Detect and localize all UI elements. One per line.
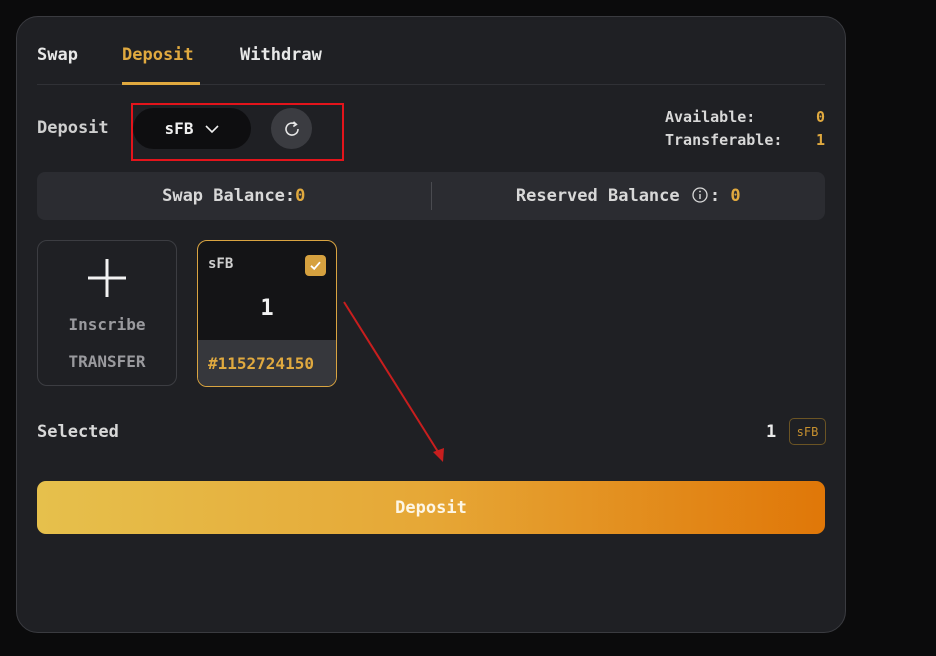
inscription-checkbox[interactable] <box>305 255 326 276</box>
reserved-balance-value: 0 <box>730 186 741 206</box>
tab-bar: Swap Deposit Withdraw <box>37 45 825 85</box>
swap-balance: Swap Balance:0 <box>37 186 431 206</box>
tab-swap[interactable]: Swap <box>37 45 78 65</box>
inscription-id: #1152724150 <box>198 340 336 386</box>
inscribe-label: Inscribe <box>68 315 146 334</box>
swap-panel: Swap Deposit Withdraw Deposit sFB Availa… <box>16 16 846 633</box>
available-label: Available: <box>665 108 756 126</box>
reserved-balance: Reserved Balance : 0 <box>515 186 741 206</box>
availability-info: Available: 0 Transferable: 1 <box>665 108 825 154</box>
reserved-balance-label: Reserved Balance <box>515 186 680 206</box>
selected-token-badge: sFB <box>789 418 826 445</box>
inscription-card[interactable]: sFB 1 #1152724150 <box>197 240 337 387</box>
available-value: 0 <box>815 108 825 126</box>
selected-label: Selected <box>37 422 119 442</box>
info-icon[interactable] <box>692 187 708 203</box>
transferable-label: Transferable: <box>665 131 783 149</box>
highlight-annotation-box <box>131 103 344 161</box>
deposit-label: Deposit <box>37 118 109 138</box>
transferable-value: 1 <box>815 131 825 149</box>
deposit-button[interactable]: Deposit <box>37 481 825 534</box>
active-tab-indicator <box>122 82 200 85</box>
checkmark-icon <box>310 261 321 271</box>
swap-balance-label: Swap Balance: <box>162 186 296 206</box>
swap-balance-value: 0 <box>295 186 306 206</box>
transfer-label: TRANSFER <box>68 352 146 371</box>
plus-icon <box>88 259 126 297</box>
inscribe-transfer-card[interactable]: Inscribe TRANSFER <box>37 240 177 386</box>
selected-amount: 1 <box>766 422 777 442</box>
tab-withdraw[interactable]: Withdraw <box>240 45 322 65</box>
balance-bar: Swap Balance:0 Reserved Balance : 0 <box>37 172 825 220</box>
tab-deposit[interactable]: Deposit <box>122 45 194 65</box>
inscription-amount: 1 <box>260 296 274 321</box>
inscription-ticker: sFB <box>208 256 234 272</box>
